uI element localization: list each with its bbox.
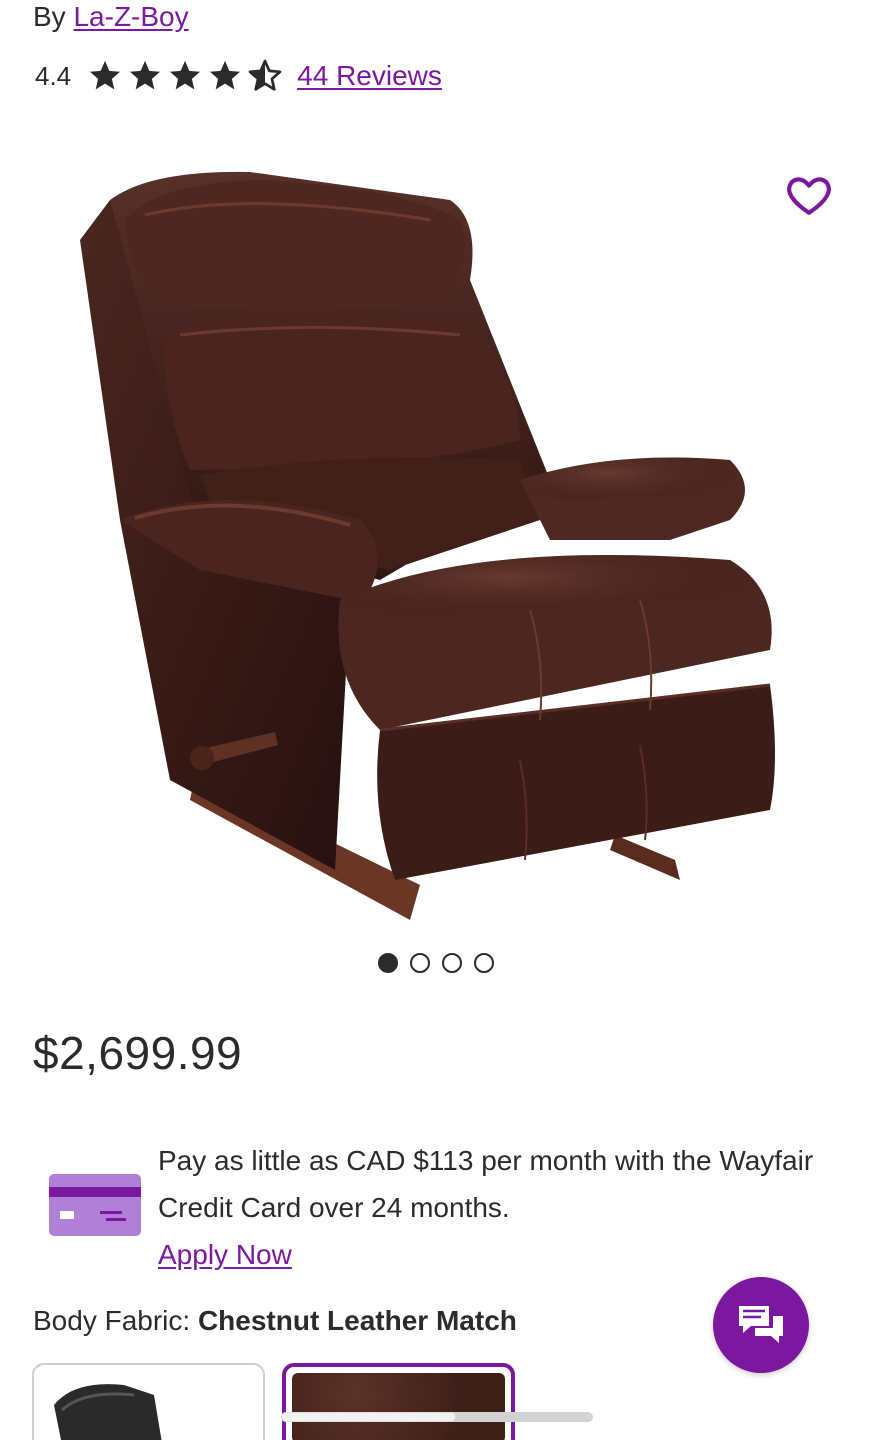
gallery-dot[interactable] [410,953,430,973]
swatch-scrollbar-thumb[interactable] [281,1412,456,1422]
rating-value: 4.4 [35,60,72,91]
brand-link[interactable]: La-Z-Boy [73,1,188,32]
apply-now-link[interactable]: Apply Now [158,1231,292,1278]
gallery-dot[interactable] [378,953,398,973]
credit-text: Pay as little as CAD $113 per month with… [158,1137,838,1278]
gallery-pagination [0,953,872,973]
swatch-scrollbar[interactable] [281,1412,593,1422]
credit-description: Pay as little as CAD $113 per month with… [158,1145,814,1223]
reviews-link[interactable]: 44 Reviews [297,60,442,92]
swatch-thumbnail [54,1384,162,1440]
product-gallery[interactable] [0,140,872,940]
gallery-dot[interactable] [474,953,494,973]
star-icon [90,61,121,90]
gallery-dot[interactable] [442,953,462,973]
swatch-option-selected[interactable] [282,1363,515,1440]
product-price: $2,699.99 [33,1027,243,1079]
star-icon [170,61,201,90]
credit-card-icon [49,1174,141,1236]
chat-icon [739,1306,783,1343]
star-rating [87,58,283,94]
product-image[interactable] [50,160,790,930]
rating-row: 4.4 44 Reviews [35,54,442,98]
fabric-swatches [32,1363,872,1440]
brand-prefix: By [33,1,66,32]
fabric-value: Chestnut Leather Match [197,1305,517,1336]
brand-line: By La-Z-Boy [33,0,189,34]
fabric-selection: Body Fabric: Chestnut Leather Match [33,1305,517,1337]
chat-button[interactable] [713,1277,809,1373]
heart-icon[interactable] [784,170,834,220]
star-icon [130,61,161,90]
credit-offer: Pay as little as CAD $113 per month with… [48,1137,848,1277]
swatch-thumbnail [292,1373,505,1440]
star-icon [210,61,241,90]
swatch-option[interactable] [32,1363,265,1440]
fabric-label: Body Fabric: [33,1305,191,1336]
star-half-icon [248,59,282,91]
